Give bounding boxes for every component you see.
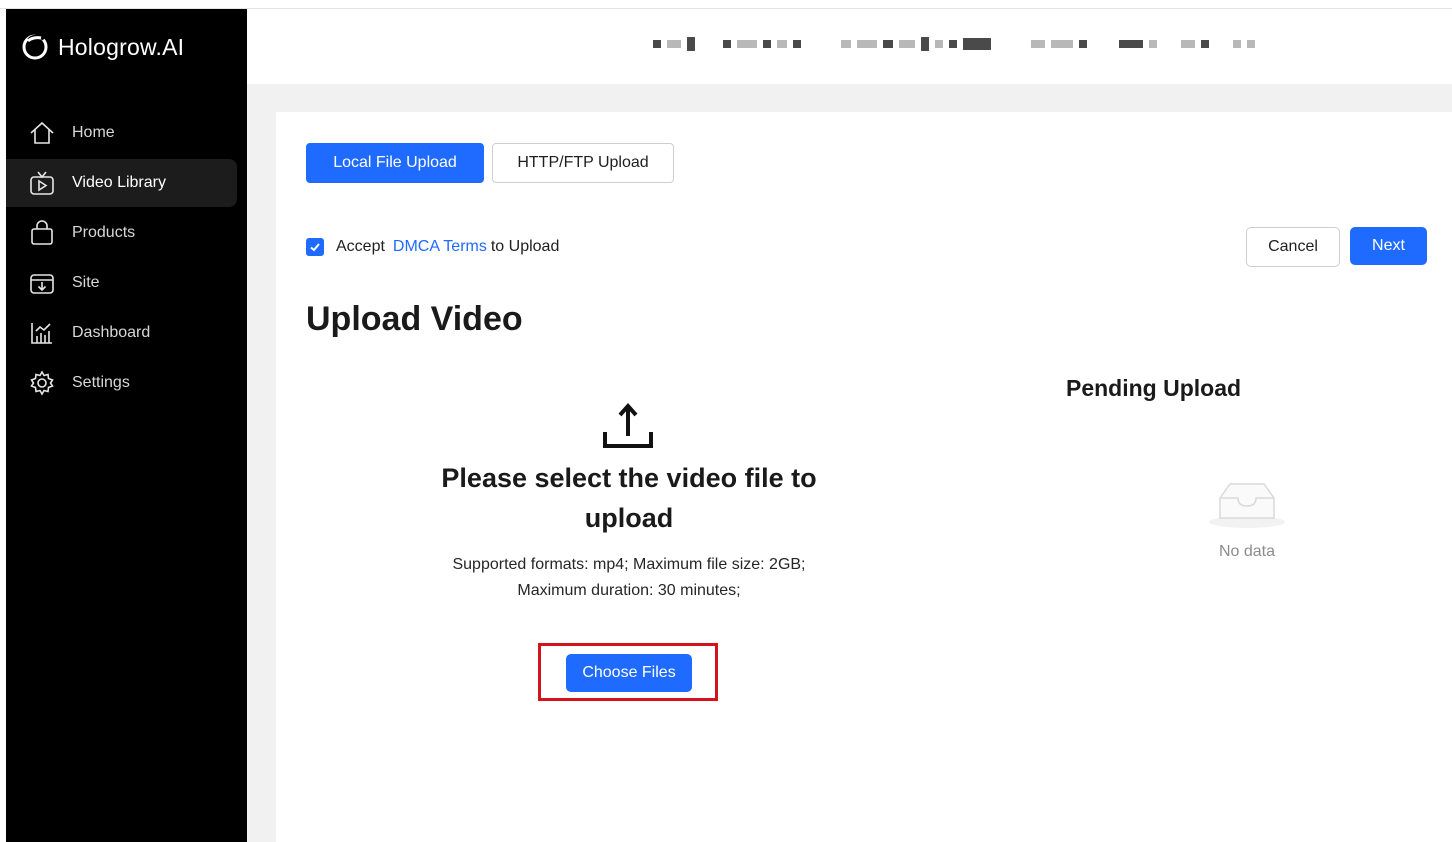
accept-suffix-text: to Upload (490, 238, 560, 255)
chart-icon (28, 319, 56, 347)
brand-name: Hologrow.AI (58, 33, 185, 60)
sidebar-item-label: Video Library (72, 174, 166, 191)
sidebar-item-dashboard[interactable]: Dashboard (6, 309, 237, 357)
sidebar-item-label: Products (72, 224, 136, 241)
sidebar-item-label: Home (72, 124, 115, 141)
sidebar-item-products[interactable]: Products (6, 209, 237, 257)
sidebar-item-settings[interactable]: Settings (6, 359, 237, 407)
top-border (0, 0, 1452, 9)
upload-icon (603, 402, 653, 448)
upload-heading: Please select the video file to upload (441, 463, 817, 533)
cancel-button[interactable]: Cancel (1246, 227, 1340, 267)
next-button[interactable]: Next (1350, 227, 1427, 265)
pending-upload-title: Pending Upload (1066, 375, 1242, 401)
sidebar: Hologrow.AI Home Video Library Products … (6, 9, 247, 842)
sidebar-nav: Home Video Library Products Site Dashboa… (6, 109, 247, 409)
upload-formats-text: Supported formats: mp4; Maximum file siz… (452, 556, 806, 573)
sidebar-item-site[interactable]: Site (6, 259, 237, 307)
page-title: Upload Video (306, 300, 523, 338)
upload-duration-text: Maximum duration: 30 minutes; (517, 582, 741, 599)
shopping-bag-icon (28, 219, 56, 247)
sidebar-item-label: Site (72, 274, 100, 291)
sidebar-item-label: Settings (72, 374, 130, 391)
tab-local-file-upload[interactable]: Local File Upload (306, 143, 484, 183)
top-header (247, 9, 1452, 84)
brand-logo[interactable]: Hologrow.AI (20, 29, 184, 65)
home-icon (28, 119, 56, 147)
video-library-icon (28, 169, 56, 197)
no-data-text: No data (1218, 543, 1276, 560)
check-icon (310, 243, 320, 252)
accept-terms-checkbox[interactable] (306, 238, 324, 256)
hologrow-logo-icon (22, 34, 48, 60)
dmca-terms-link[interactable]: DMCA Terms (393, 238, 487, 256)
blurred-header-content (653, 35, 1383, 53)
accept-terms-row: Accept DMCA Terms to Upload (306, 236, 559, 258)
site-download-icon (28, 269, 56, 297)
choose-files-button[interactable]: Choose Files (566, 654, 692, 692)
tab-http-ftp-upload[interactable]: HTTP/FTP Upload (492, 143, 674, 183)
gear-icon (28, 369, 56, 397)
upload-panel: Local File Upload HTTP/FTP Upload Accept… (276, 112, 1452, 842)
accept-prefix-text: Accept (336, 238, 385, 255)
empty-inbox-icon (1209, 483, 1285, 528)
sidebar-item-label: Dashboard (72, 324, 151, 341)
sidebar-item-home[interactable]: Home (6, 109, 237, 157)
upload-description: Supported formats: mp4; Maximum file siz… (404, 552, 854, 604)
sidebar-item-video-library[interactable]: Video Library (6, 159, 237, 207)
